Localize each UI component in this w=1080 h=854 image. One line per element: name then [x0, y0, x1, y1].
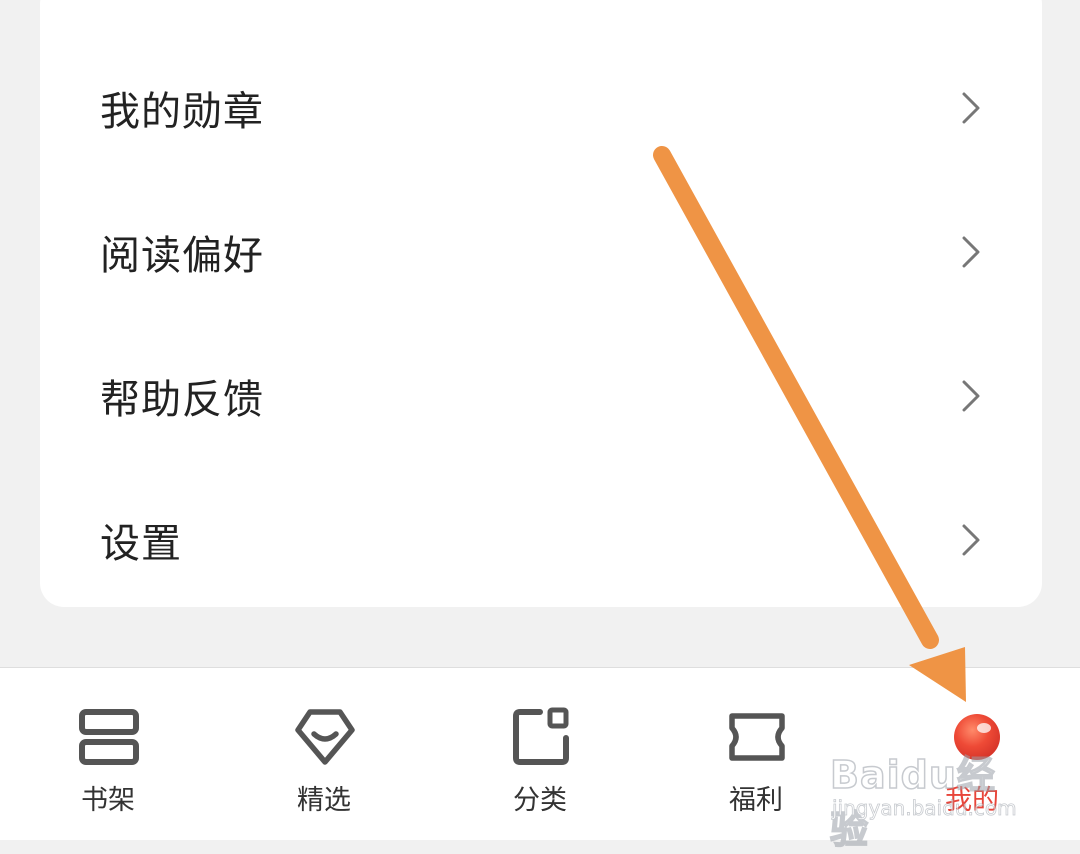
profile-avatar-icon: [954, 714, 1000, 760]
category-icon: [513, 707, 569, 765]
featured-diamond-icon: [295, 709, 355, 765]
tab-profile[interactable]: 我的: [864, 668, 1080, 840]
menu-item-label: 帮助反馈: [100, 377, 264, 423]
tab-label: 分类: [513, 785, 567, 816]
tab-label: 我的: [945, 785, 999, 816]
menu-item-reading-preference[interactable]: 阅读偏好: [40, 180, 1042, 324]
chevron-right-icon: [962, 236, 980, 268]
menu-item-medals[interactable]: 我的勋章: [40, 36, 1042, 180]
tab-label: 福利: [729, 785, 783, 816]
menu-item-label: 我的勋章: [100, 89, 264, 135]
tab-label: 书架: [81, 785, 135, 816]
welfare-ticket-icon: [729, 713, 785, 761]
bottom-tab-bar: 书架 精选 分类 福利 我的: [0, 667, 1080, 840]
tab-welfare[interactable]: 福利: [648, 668, 864, 840]
menu-item-label: 阅读偏好: [100, 233, 264, 279]
menu-item-help-feedback[interactable]: 帮助反馈: [40, 324, 1042, 468]
tab-label: 精选: [297, 785, 351, 816]
menu-item-settings[interactable]: 设置: [40, 468, 1042, 612]
chevron-right-icon: [962, 92, 980, 124]
chevron-right-icon: [962, 380, 980, 412]
bookshelf-icon: [79, 709, 139, 765]
tab-bookshelf[interactable]: 书架: [0, 668, 216, 840]
menu-item-label: 设置: [100, 521, 182, 567]
tab-featured[interactable]: 精选: [216, 668, 432, 840]
tab-category[interactable]: 分类: [432, 668, 648, 840]
chevron-right-icon: [962, 524, 980, 556]
